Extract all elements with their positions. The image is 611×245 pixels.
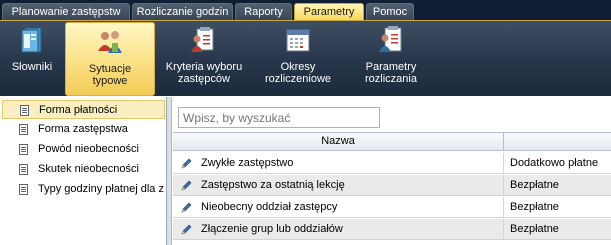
tree-item-label: Powód nieobecności (38, 143, 139, 155)
parametry-rozliczania-label: Parametry rozliczania (365, 61, 417, 85)
row-name: Złączenie grup lub oddziałów (201, 223, 343, 235)
cell-divider (503, 175, 504, 196)
cell-divider (503, 153, 504, 174)
settings-doc-icon (379, 26, 402, 52)
criteria-icon (191, 27, 214, 52)
pencil-icon[interactable] (181, 202, 192, 213)
document-icon (19, 164, 28, 175)
dictionary-icon (21, 27, 42, 53)
row-value: Bezpłatne (510, 201, 559, 213)
tab-pomoc[interactable]: Pomoc (366, 3, 414, 20)
row-name: Zwykłe zastępstwo (201, 157, 294, 169)
tree-item-forma-platnosci[interactable]: Forma płatności (2, 100, 165, 119)
tree-item-label: Forma zastępstwa (38, 123, 128, 135)
document-icon (19, 144, 28, 155)
tree-item-powod-nieobecnosci[interactable]: Powód nieobecności (2, 140, 166, 159)
search-input[interactable] (178, 107, 380, 128)
tree-item-typy-godziny-platnej[interactable]: Typy godziny płatnej dla z (2, 180, 166, 199)
kryteria-wyboru-label: Kryteria wyboru zastępców (165, 61, 243, 85)
ribbon-toolbar: Słowniki Sytuacje typowe Kryteria wyboru… (0, 20, 611, 96)
tab-rozliczanie-godzin[interactable]: Rozliczanie godzin (132, 3, 233, 20)
pencil-icon[interactable] (181, 158, 192, 169)
slowniki-label: Słowniki (11, 61, 53, 73)
sytuacje-typowe-button[interactable]: Sytuacje typowe (65, 22, 155, 96)
okresy-rozliczeniowe-button[interactable]: Okresy rozliczeniowe (256, 21, 340, 97)
row-value: Dodatkowo płatne (510, 157, 599, 169)
pencil-icon[interactable] (181, 180, 192, 191)
document-icon (19, 124, 28, 135)
tree-item-label: Forma płatności (39, 104, 118, 116)
parametry-rozliczania-button[interactable]: Parametry rozliczania (352, 21, 430, 97)
tab-raporty[interactable]: Raporty (235, 3, 292, 20)
table-row[interactable]: Zastępstwo za ostatnią lekcję Bezpłatne (173, 175, 611, 196)
column-header-value[interactable] (504, 133, 611, 151)
document-icon (19, 184, 28, 195)
cell-divider (503, 219, 504, 240)
column-header-nazwa[interactable]: Nazwa (173, 133, 503, 151)
cell-divider (503, 197, 504, 218)
grid-header: Nazwa (173, 132, 611, 151)
tree-item-label: Skutek nieobecności (38, 163, 139, 175)
pencil-icon[interactable] (181, 224, 192, 235)
sytuacje-typowe-label: Sytuacje typowe (88, 63, 132, 87)
people-icon (98, 31, 122, 53)
document-icon (20, 105, 29, 116)
panel-splitter[interactable] (167, 97, 172, 245)
tree-item-forma-zastepstwa[interactable]: Forma zastępstwa (2, 120, 166, 139)
okresy-rozliczeniowe-label: Okresy rozliczeniowe (264, 61, 332, 85)
table-row[interactable]: Złączenie grup lub oddziałów Bezpłatne (173, 219, 611, 240)
table-row[interactable]: Nieobecny oddział zastępcy Bezpłatne (173, 197, 611, 218)
main-panel: Nazwa Zwykłe zastępstwo Dodatkowo płatne… (173, 97, 611, 245)
tree-item-skutek-nieobecnosci[interactable]: Skutek nieobecności (2, 160, 166, 179)
table-row[interactable]: Zwykłe zastępstwo Dodatkowo płatne (173, 153, 611, 174)
kryteria-wyboru-button[interactable]: Kryteria wyboru zastępców (158, 21, 250, 97)
tab-planowanie-zastepstw[interactable]: Planowanie zastępstw (2, 3, 130, 20)
row-name: Zastępstwo za ostatnią lekcję (201, 179, 345, 191)
row-name: Nieobecny oddział zastępcy (201, 201, 338, 213)
slowniki-button[interactable]: Słowniki (4, 21, 60, 97)
menu-tab-bar: Planowanie zastępstw Rozliczanie godzin … (0, 0, 611, 20)
tree-item-label: Typy godziny płatnej dla z (38, 183, 164, 195)
row-value: Bezpłatne (510, 179, 559, 191)
row-value: Bezpłatne (510, 223, 559, 235)
calendar-icon (286, 29, 310, 52)
tab-parametry[interactable]: Parametry (294, 3, 364, 20)
dictionary-tree: Forma płatności Forma zastępstwa Powód n… (0, 97, 167, 245)
